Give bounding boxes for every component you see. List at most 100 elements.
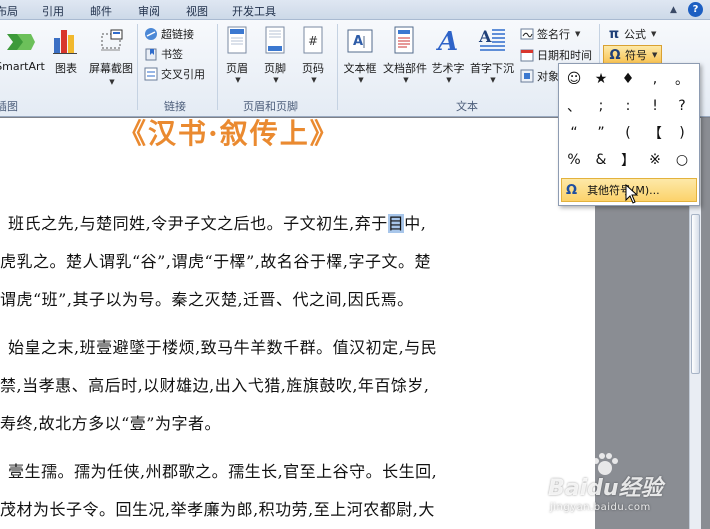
document-parts-dropdown-icon[interactable]: ▼ bbox=[403, 76, 408, 84]
pi-icon: π bbox=[608, 26, 620, 42]
drop-cap-button[interactable]: A 首字下沉 ▼ bbox=[468, 24, 516, 84]
footer-icon bbox=[265, 24, 285, 54]
wordart-icon: A bbox=[436, 24, 460, 54]
text-line: 始皇之末,班壹避墜于楼烦,致马牛羊数千群。值汉初定,与民 bbox=[8, 338, 438, 357]
hyperlink-icon bbox=[144, 27, 158, 41]
bookmark-icon bbox=[144, 47, 158, 61]
text-line: 班氏之先,与楚同姓,令尹子文之后也。子文初生,弃于目中, bbox=[8, 214, 427, 233]
symbol-cell[interactable]: , bbox=[642, 66, 668, 92]
text-line: 虎乳之。楚人谓乳“谷”,谓虎“于檡”,故名谷于檡,字子文。楚 bbox=[0, 252, 431, 271]
tab-references[interactable]: 引用 bbox=[42, 3, 64, 19]
selected-text: 目 bbox=[387, 214, 405, 233]
svg-text:#: # bbox=[308, 34, 318, 48]
symbol-cell[interactable]: ★ bbox=[588, 66, 614, 92]
symbol-cell[interactable]: & bbox=[588, 147, 614, 173]
wordart-dropdown-icon[interactable]: ▼ bbox=[446, 76, 451, 84]
screenshot-button[interactable]: 屏幕截图 ▼ bbox=[86, 24, 136, 86]
tab-developer[interactable]: 开发工具 bbox=[232, 3, 276, 19]
collapse-ribbon-icon[interactable]: ▲ bbox=[666, 2, 681, 17]
help-button[interactable]: ? bbox=[688, 2, 703, 17]
date-time-button[interactable]: 日期和时间 bbox=[520, 47, 592, 63]
symbol-cell[interactable]: 【 bbox=[642, 120, 668, 146]
signature-line-icon bbox=[520, 27, 534, 41]
svg-text:A: A bbox=[478, 27, 492, 46]
header-button[interactable]: 页眉 ▼ bbox=[222, 24, 252, 84]
document-parts-icon bbox=[393, 24, 417, 54]
tab-mailings[interactable]: 邮件 bbox=[90, 3, 112, 19]
symbol-cell[interactable]: ) bbox=[669, 120, 695, 146]
mouse-pointer-icon bbox=[625, 183, 639, 207]
textbox-icon: A bbox=[347, 24, 373, 54]
page-number-button[interactable]: # 页码 ▼ bbox=[298, 24, 328, 84]
document-parts-button[interactable]: 文档部件 ▼ bbox=[380, 24, 430, 84]
textbox-button[interactable]: A 文本框 ▼ bbox=[340, 24, 380, 84]
symbol-button[interactable]: Ω 符号 ▼ bbox=[603, 45, 663, 65]
ribbon-separator bbox=[137, 24, 138, 110]
tab-review[interactable]: 审阅 bbox=[138, 3, 160, 19]
symbol-cell[interactable]: 。 bbox=[669, 66, 695, 92]
textbox-dropdown-icon[interactable]: ▼ bbox=[358, 76, 363, 84]
header-footer-group-label: 页眉和页脚 bbox=[243, 100, 298, 113]
menu-tab-bar: 布局 引用 邮件 审阅 视图 开发工具 ▲ ? bbox=[0, 0, 710, 20]
symbol-cell[interactable]: ! bbox=[642, 93, 668, 119]
object-button[interactable]: 对象 bbox=[520, 68, 559, 84]
symbol-cell[interactable]: ※ bbox=[642, 147, 668, 173]
signature-line-button[interactable]: 签名行 ▼ bbox=[520, 26, 580, 42]
smartart-icon bbox=[5, 24, 35, 54]
bookmark-button[interactable]: 书签 bbox=[144, 46, 183, 62]
cross-reference-button[interactable]: 交叉引用 bbox=[144, 66, 205, 82]
tab-layout[interactable]: 布局 bbox=[0, 3, 18, 19]
header-icon bbox=[227, 24, 247, 54]
equation-dropdown-icon[interactable]: ▼ bbox=[651, 30, 656, 38]
equation-button[interactable]: π 公式 ▼ bbox=[607, 26, 657, 42]
smartart-button[interactable]: SmartArt bbox=[0, 24, 45, 73]
text-line: 寿终,故北方多以“壹”为字者。 bbox=[0, 414, 221, 433]
tab-view[interactable]: 视图 bbox=[186, 3, 208, 19]
symbol-cell[interactable]: ” bbox=[588, 120, 614, 146]
drop-cap-icon: A bbox=[478, 24, 506, 54]
document-title: 《汉书·叙传上》 bbox=[118, 118, 340, 150]
illustrations-group-label: 插图 bbox=[0, 100, 18, 113]
document-page[interactable]: 《汉书·叙传上》 班氏之先,与楚同姓,令尹子文之后也。子文初生,弃于目中, 虎乳… bbox=[0, 118, 595, 529]
screenshot-dropdown-icon[interactable]: ▼ bbox=[109, 78, 114, 86]
text-line: 茂材为长子令。回生况,举孝廉为郎,积功劳,至上河农都尉,大 bbox=[0, 500, 435, 519]
links-group-label: 链接 bbox=[164, 100, 186, 113]
page-number-icon: # bbox=[303, 24, 323, 54]
screenshot-icon bbox=[98, 24, 124, 54]
symbol-cell[interactable]: 、 bbox=[561, 93, 587, 119]
symbol-cell[interactable]: ( bbox=[615, 120, 641, 146]
text-line: 壹生孺。孺为任侠,州郡歌之。孺生长,官至上谷守。长生回, bbox=[8, 462, 438, 481]
chart-button[interactable]: 图表 bbox=[50, 24, 82, 76]
wordart-button[interactable]: A 艺术字 ▼ bbox=[430, 24, 466, 84]
symbol-cell[interactable]: ? bbox=[669, 93, 695, 119]
bar-chart-icon bbox=[53, 24, 79, 54]
footer-button[interactable]: 页脚 ▼ bbox=[260, 24, 290, 84]
symbol-cell[interactable]: % bbox=[561, 147, 587, 173]
omega-icon: Ω bbox=[609, 47, 621, 63]
calendar-icon bbox=[520, 48, 534, 62]
signature-line-dropdown-icon[interactable]: ▼ bbox=[575, 30, 580, 38]
svg-text:A: A bbox=[436, 27, 458, 54]
svg-text:A: A bbox=[353, 34, 363, 49]
page-number-dropdown-icon[interactable]: ▼ bbox=[311, 76, 316, 84]
symbol-cell[interactable]: “ bbox=[561, 120, 587, 146]
symbol-cell[interactable]: ♦ bbox=[615, 66, 641, 92]
symbol-cell[interactable]: : bbox=[615, 93, 641, 119]
footer-dropdown-icon[interactable]: ▼ bbox=[273, 76, 278, 84]
symbol-cell[interactable]: ☺ bbox=[561, 66, 587, 92]
text-line: 禁,当孝惠、高后时,以财雄边,出入弋猎,旌旗鼓吹,年百馀岁, bbox=[0, 376, 430, 395]
symbol-dropdown-icon[interactable]: ▼ bbox=[652, 51, 657, 59]
object-icon bbox=[520, 69, 534, 83]
symbol-cell[interactable]: ○ bbox=[669, 147, 695, 173]
cross-reference-icon bbox=[144, 67, 158, 81]
drop-cap-dropdown-icon[interactable]: ▼ bbox=[490, 76, 495, 84]
scrollbar-thumb[interactable] bbox=[691, 214, 700, 374]
hyperlink-button[interactable]: 超链接 bbox=[144, 26, 194, 42]
baidu-watermark: Baidu经验 jingyan.baidu.com bbox=[548, 452, 708, 524]
omega-icon: Ω bbox=[566, 182, 578, 198]
ribbon-separator bbox=[217, 24, 218, 110]
text-line: 谓虎“班”,其子以为号。秦之灭楚,迁晋、代之间,因氏焉。 bbox=[0, 290, 414, 309]
symbol-cell[interactable]: 】 bbox=[615, 147, 641, 173]
symbol-cell[interactable]: ; bbox=[588, 93, 614, 119]
header-dropdown-icon[interactable]: ▼ bbox=[235, 76, 240, 84]
